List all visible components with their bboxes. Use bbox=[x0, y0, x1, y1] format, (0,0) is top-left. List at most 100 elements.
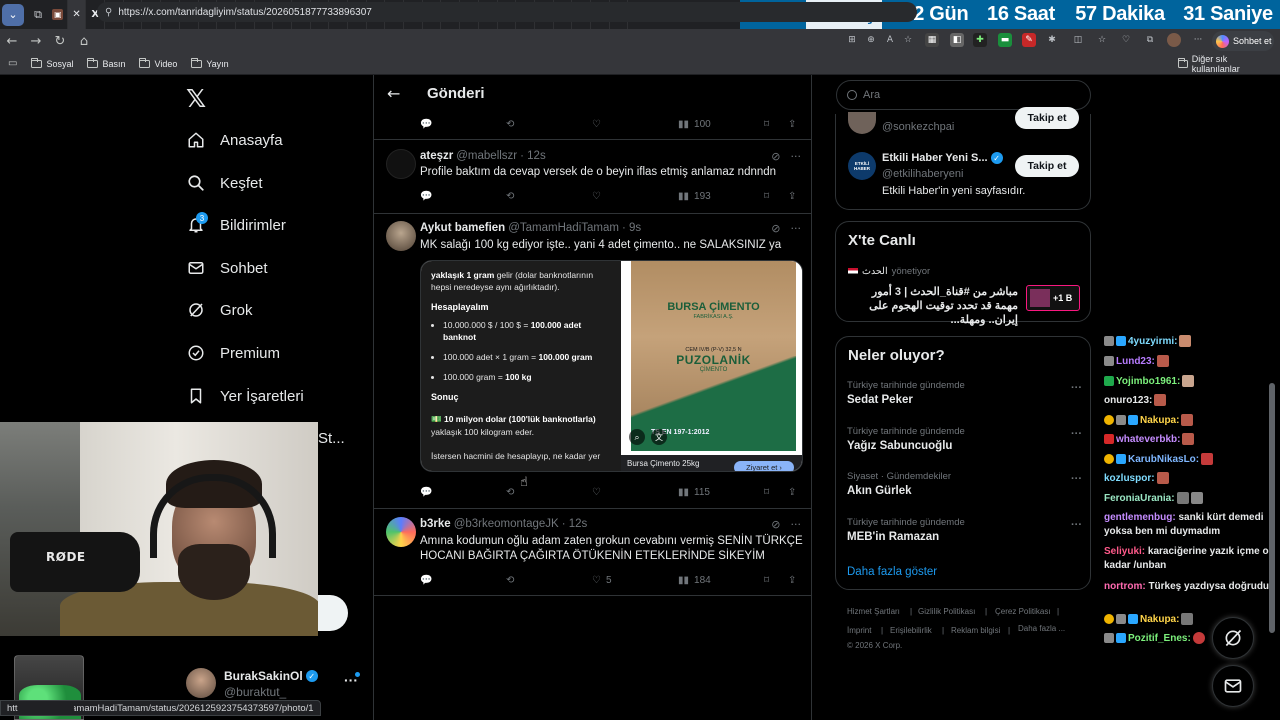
views-stat[interactable]: ▮▮ 193 bbox=[678, 191, 711, 202]
extension-icon[interactable]: ⊞ bbox=[845, 33, 859, 47]
tweet-author-name[interactable]: ateşzr bbox=[420, 150, 453, 162]
footer-link-ads[interactable]: Reklam bilgisi bbox=[951, 626, 1000, 635]
footer-link-imprint[interactable]: İmprint bbox=[847, 626, 871, 635]
sidebar-item-grok[interactable]: Grok bbox=[186, 295, 253, 325]
reload-icon[interactable]: ↻ bbox=[48, 34, 72, 49]
retweet-icon[interactable]: ⟲ bbox=[506, 119, 514, 130]
more-options-icon[interactable]: ··· bbox=[1071, 473, 1082, 485]
follow-button[interactable]: Takip et bbox=[1015, 155, 1079, 177]
forward-icon[interactable]: → bbox=[24, 34, 48, 49]
avatar[interactable] bbox=[386, 149, 416, 179]
share-icon[interactable]: ⇪ bbox=[788, 487, 796, 498]
trend-item[interactable]: Türkiye tarihinde gündemde Yağız Sabuncu… bbox=[847, 426, 1082, 452]
avatar[interactable] bbox=[386, 221, 416, 251]
sidebar-item-more-partial[interactable]: St... bbox=[318, 430, 345, 447]
live-text[interactable]: مباشر من #قناة_الحدث | 3 أمور مهمة قد تح… bbox=[848, 285, 1018, 327]
views-stat[interactable]: ▮▮ 184 bbox=[678, 575, 711, 586]
trend-item[interactable]: Siyaset · Gündemdekiler Akın Gürlek ··· bbox=[847, 471, 1082, 497]
retweet-icon[interactable]: ⟲ bbox=[506, 575, 514, 586]
extension-icon[interactable]: ✎ bbox=[1022, 33, 1036, 47]
sidebar-item-explore[interactable]: Keşfet bbox=[186, 168, 263, 198]
bookmark-icon[interactable]: ⌑ bbox=[764, 487, 769, 498]
trend-item[interactable]: Türkiye tarihinde gündemde Sedat Peker ·… bbox=[847, 380, 1082, 406]
live-host-row[interactable]: الحدث yönetiyor bbox=[848, 266, 930, 277]
sidebar-item-messages[interactable]: Sohbet bbox=[186, 253, 268, 283]
reply-icon[interactable]: 💬 bbox=[420, 487, 432, 498]
more-options-icon[interactable]: ··· bbox=[1071, 382, 1082, 394]
split-screen-icon[interactable]: ◫ bbox=[1071, 33, 1085, 47]
share-icon[interactable]: ⇪ bbox=[788, 119, 796, 130]
extensions-puzzle-icon[interactable]: ✱ bbox=[1045, 33, 1059, 47]
tweet-time[interactable]: · 9s bbox=[622, 222, 641, 234]
retweet-icon[interactable]: ⟲ bbox=[506, 191, 514, 202]
bookmark-icon[interactable]: ⌑ bbox=[764, 119, 769, 130]
bookmark-folder-sosyal[interactable]: Sosyal bbox=[31, 57, 73, 69]
extension-icon[interactable]: ◧ bbox=[950, 33, 964, 47]
footer-link-privacy[interactable]: Gizlilik Politikası bbox=[918, 607, 975, 616]
like-stat[interactable]: ♡ 5 bbox=[592, 575, 612, 586]
page-scrollbar[interactable] bbox=[1269, 383, 1275, 633]
live-listeners-badge[interactable]: +1 B bbox=[1026, 285, 1080, 311]
post-button-edge[interactable] bbox=[318, 595, 348, 631]
follow-handle[interactable]: @etkilihaberyeni bbox=[882, 168, 964, 180]
collections-icon[interactable]: ⧉ bbox=[1143, 33, 1157, 47]
tab-search-dropdown-icon[interactable]: ⌄ bbox=[2, 3, 24, 26]
other-bookmarks[interactable]: Diğer sık kullanılanlar bbox=[1178, 54, 1266, 74]
copilot-chat-button[interactable]: Sohbet et bbox=[1212, 31, 1274, 51]
extension-icon[interactable]: ▦ bbox=[925, 33, 939, 47]
tweet-author-handle[interactable]: @b3rkeomontageJK bbox=[454, 518, 559, 530]
tweet-author-name[interactable]: b3rke bbox=[420, 518, 451, 530]
grok-icon[interactable]: ⊘ bbox=[771, 518, 780, 531]
share-icon[interactable]: ⇪ bbox=[788, 191, 796, 202]
tweet-time[interactable]: · 12s bbox=[520, 150, 546, 162]
reply-icon[interactable]: 💬 bbox=[420, 575, 432, 586]
tab-favicon[interactable]: ▣ bbox=[49, 0, 68, 29]
x-logo-icon[interactable]: 𝕏 bbox=[186, 84, 206, 113]
more-options-icon[interactable]: ··· bbox=[791, 222, 802, 235]
site-settings-icon[interactable]: ⚲ bbox=[105, 7, 112, 18]
bookmark-folder-basin[interactable]: Basın bbox=[87, 57, 125, 69]
more-options-icon[interactable]: ··· bbox=[791, 150, 802, 163]
url-bar[interactable]: ⚲ https://x.com/tanridagliyim/status/202… bbox=[97, 2, 917, 22]
tab-groups-icon[interactable]: ⧉ bbox=[27, 4, 49, 26]
grok-icon[interactable]: ⊘ bbox=[771, 150, 780, 163]
url-text[interactable]: https://x.com/tanridagliyim/status/20260… bbox=[118, 7, 372, 18]
sidebar-item-home[interactable]: Anasayfa bbox=[186, 125, 283, 155]
follow-handle[interactable]: @sonkezchpai bbox=[882, 121, 954, 133]
favorites-icon[interactable]: ☆ bbox=[1095, 33, 1109, 47]
back-arrow-icon[interactable]: ← bbox=[387, 84, 400, 103]
more-options-icon[interactable]: ··· bbox=[1071, 519, 1082, 531]
home-icon[interactable]: ⌂ bbox=[72, 34, 96, 49]
bookmark-icon[interactable]: ⌑ bbox=[764, 191, 769, 202]
tweet-time[interactable]: · 12s bbox=[562, 518, 588, 530]
like-icon[interactable]: ♡ bbox=[592, 191, 601, 202]
zoom-icon[interactable]: ⊕ bbox=[864, 33, 878, 47]
visit-button[interactable]: Ziyaret et › bbox=[734, 461, 794, 471]
footer-link-cookies[interactable]: Çerez Politikası bbox=[995, 607, 1051, 616]
browser-essentials-icon[interactable]: ♡ bbox=[1119, 33, 1133, 47]
read-aloud-icon[interactable]: A bbox=[883, 33, 897, 47]
share-icon[interactable]: ⇪ bbox=[788, 575, 796, 586]
like-icon[interactable]: ♡ bbox=[592, 487, 601, 498]
avatar[interactable] bbox=[848, 112, 876, 134]
retweet-icon[interactable]: ⟲ bbox=[506, 487, 514, 498]
footer-link-accessibility[interactable]: Erişilebilirlik bbox=[890, 626, 932, 635]
sidebar-item-premium[interactable]: Premium bbox=[186, 338, 280, 368]
reply-icon[interactable]: 💬 bbox=[420, 119, 432, 130]
more-options-icon[interactable]: ··· bbox=[1071, 428, 1082, 440]
footer-link-terms[interactable]: Hizmet Şartları bbox=[847, 607, 900, 616]
more-options-icon[interactable]: ··· bbox=[1191, 33, 1205, 47]
profile-avatar-icon[interactable] bbox=[1167, 33, 1181, 47]
lens-search-icon[interactable]: ⌕ bbox=[629, 429, 645, 445]
grok-icon[interactable]: ⊘ bbox=[771, 222, 780, 235]
tweet-media-image[interactable]: yaklaşık 1 gram gelir (dolar banknotları… bbox=[420, 260, 803, 472]
reply-icon[interactable]: 💬 bbox=[420, 191, 432, 202]
views-stat[interactable]: ▮▮ 100 bbox=[678, 119, 711, 130]
search-input[interactable]: Ara bbox=[836, 80, 1091, 110]
translate-icon[interactable]: 文 bbox=[651, 429, 667, 445]
back-icon[interactable]: ← bbox=[0, 34, 24, 49]
follow-name-row[interactable]: Etkili Haber Yeni S... ✓ bbox=[882, 152, 1003, 164]
like-icon[interactable]: ♡ bbox=[592, 119, 601, 130]
bookmark-folder-yayin[interactable]: Yayın bbox=[191, 57, 229, 69]
tweet-author-handle[interactable]: @TamamHadiTamam bbox=[508, 222, 619, 234]
